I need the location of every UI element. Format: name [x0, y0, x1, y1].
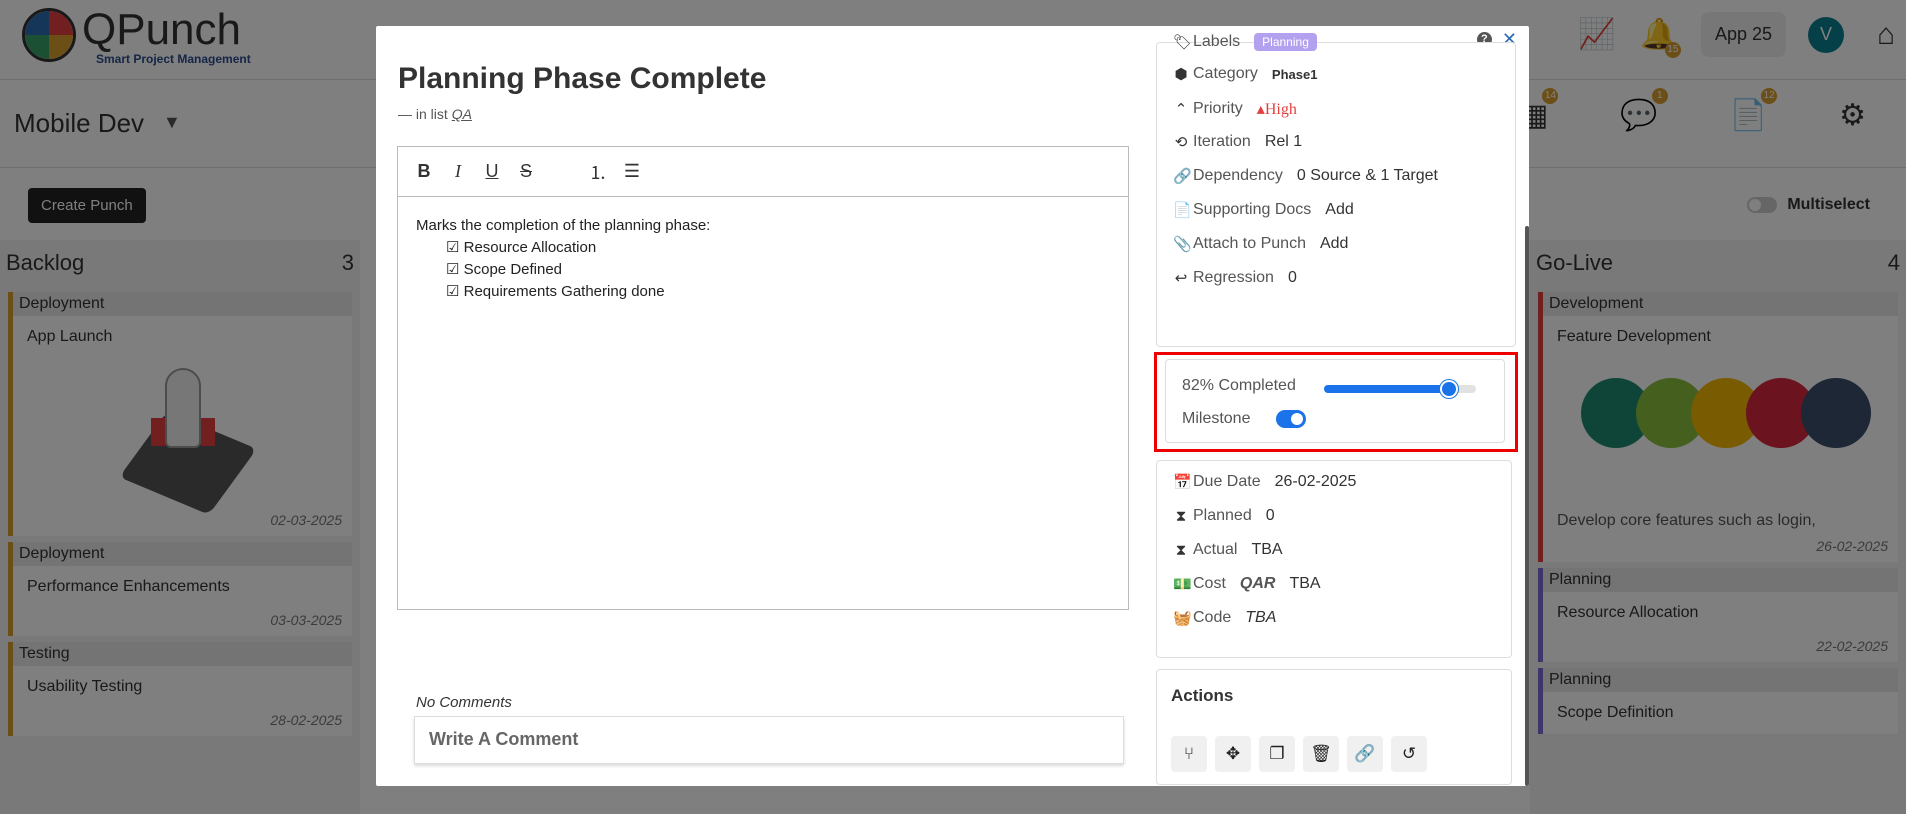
list-breadcrumb: — in list QA: [398, 106, 472, 122]
money-icon: 💵: [1173, 576, 1192, 593]
priority-text: High: [1264, 101, 1297, 118]
bold-button[interactable]: B: [414, 161, 434, 182]
prop-key: Priority: [1193, 100, 1243, 117]
cost-currency: QAR: [1239, 575, 1276, 592]
description-intro: Marks the completion of the planning pha…: [416, 217, 711, 234]
prop-key: Actual: [1193, 541, 1238, 558]
iteration-value: Rel 1: [1264, 133, 1303, 150]
cost-value: TBA: [1289, 575, 1321, 592]
scrollbar[interactable]: [1525, 226, 1529, 786]
checklist-item: ☑ Requirements Gathering done: [446, 283, 665, 300]
priority-value: ▴High: [1257, 99, 1297, 119]
checklist-item: ☑ Resource Allocation: [446, 239, 597, 256]
prop-key: Supporting Docs: [1193, 201, 1312, 218]
tag-icon: 🏷: [1173, 34, 1193, 51]
category-value: Phase1: [1271, 66, 1318, 82]
progress-label: 82% Completed: [1182, 377, 1296, 394]
prop-key: Planned: [1193, 507, 1252, 524]
history-icon[interactable]: ↺: [1391, 736, 1427, 772]
prop-key: Due Date: [1193, 473, 1261, 490]
list-link[interactable]: QA: [452, 106, 472, 122]
category-row[interactable]: ⬢ Category Phase1: [1173, 65, 1317, 83]
strikethrough-button[interactable]: S: [516, 161, 536, 182]
due-date-value: 26-02-2025: [1274, 473, 1357, 490]
editor-toolbar: B I U S ⒈ ☰: [398, 147, 1128, 197]
basket-icon: 🧺: [1173, 610, 1192, 627]
punch-detail-modal: ? ✕ Planning Phase Complete — in list QA…: [376, 26, 1529, 786]
properties-card: 🏷 Labels Planning ⬢ Category Phase1 ⌃ Prior…: [1156, 33, 1516, 347]
schedule-card: 📅 Due Date 26-02-2025 ⧗ Planned 0 ⧗ Actual …: [1156, 460, 1512, 658]
attach-punch-link[interactable]: Add: [1320, 235, 1348, 253]
editor-content[interactable]: Marks the completion of the planning pha…: [398, 197, 1128, 321]
italic-button[interactable]: I: [448, 161, 468, 182]
actual-value: TBA: [1251, 541, 1283, 558]
due-date-row[interactable]: 📅 Due Date 26-02-2025: [1173, 473, 1356, 491]
description-editor[interactable]: B I U S ⒈ ☰ Marks the completion of the …: [397, 146, 1129, 610]
in-list-prefix: — in list: [398, 106, 448, 122]
paperclip-icon: 📎: [1173, 236, 1192, 253]
bullet-list-icon[interactable]: ☰: [622, 161, 642, 182]
file-icon: 📄: [1173, 202, 1192, 219]
chevrons-up-icon: ⌃: [1174, 101, 1188, 118]
branch-icon[interactable]: ⑂: [1171, 736, 1207, 772]
prop-key: Attach to Punch: [1193, 235, 1306, 252]
code-row[interactable]: 🧺 Code TBA: [1173, 609, 1276, 627]
priority-row[interactable]: ⌃ Priority ▴High: [1173, 99, 1297, 119]
slider-thumb[interactable]: [1439, 380, 1458, 398]
prop-key: Cost: [1193, 575, 1226, 592]
delete-icon[interactable]: 🗑: [1303, 736, 1339, 772]
no-comments-text: No Comments: [416, 694, 512, 711]
supporting-docs-row[interactable]: 📄 Supporting Docs Add: [1173, 201, 1354, 219]
milestone-label: Milestone: [1182, 410, 1251, 427]
hourglass-end-icon: ⧗: [1175, 541, 1187, 559]
reply-all-icon: ↩: [1174, 270, 1188, 287]
caret-up-icon: ▴: [1256, 101, 1265, 118]
link-icon: 🔗: [1173, 168, 1192, 185]
ordered-list-icon[interactable]: ⒈: [588, 159, 608, 185]
page-title[interactable]: Planning Phase Complete: [398, 62, 766, 96]
label-pill[interactable]: Planning: [1254, 33, 1317, 51]
iteration-row[interactable]: ⟲ Iteration Rel 1: [1173, 133, 1302, 151]
move-icon[interactable]: ✥: [1215, 736, 1251, 772]
labels-row[interactable]: 🏷 Labels Planning: [1173, 33, 1317, 51]
attach-punch-row[interactable]: 📎 Attach to Punch Add: [1173, 235, 1348, 253]
copy-icon[interactable]: ❐: [1259, 736, 1295, 772]
prop-key: Category: [1193, 65, 1258, 82]
add-doc-link[interactable]: Add: [1325, 201, 1353, 219]
underline-button[interactable]: U: [482, 161, 502, 182]
actual-row[interactable]: ⧗ Actual TBA: [1173, 541, 1283, 559]
prop-key: Iteration: [1193, 133, 1251, 150]
calendar-check-icon: 📅: [1173, 474, 1192, 491]
progress-slider[interactable]: [1324, 380, 1476, 398]
prop-key: Labels: [1193, 33, 1241, 50]
prop-key: Code: [1193, 609, 1232, 626]
code-value: TBA: [1245, 609, 1277, 626]
regression-value: 0: [1287, 269, 1297, 286]
link-icon[interactable]: 🔗: [1347, 736, 1383, 772]
hourglass-icon: ⧗: [1175, 507, 1187, 525]
cost-row[interactable]: 💵 Cost QAR TBA: [1173, 575, 1321, 593]
progress-card: 82% Completed Milestone: [1165, 359, 1505, 443]
comment-input[interactable]: Write A Comment: [414, 716, 1124, 764]
planned-value: 0: [1265, 507, 1275, 524]
dependency-value: 0 Source & 1 Target: [1296, 167, 1438, 184]
prop-key: Regression: [1193, 269, 1274, 286]
progress-highlight: 82% Completed Milestone: [1154, 352, 1518, 452]
slider-fill: [1324, 385, 1449, 393]
prop-key: Dependency: [1193, 167, 1283, 184]
milestone-toggle[interactable]: [1276, 410, 1306, 428]
cube-icon: ⬢: [1174, 66, 1188, 83]
actions-card: Actions ⑂ ✥ ❐ 🗑 🔗 ↺: [1156, 669, 1512, 785]
actions-title: Actions: [1171, 686, 1234, 705]
dependency-row[interactable]: 🔗 Dependency 0 Source & 1 Target: [1173, 167, 1438, 185]
regression-row[interactable]: ↩ Regression 0: [1173, 269, 1297, 287]
planned-row[interactable]: ⧗ Planned 0: [1173, 507, 1275, 525]
repeat-icon: ⟲: [1174, 134, 1188, 151]
checklist-item: ☑ Scope Defined: [446, 261, 563, 278]
